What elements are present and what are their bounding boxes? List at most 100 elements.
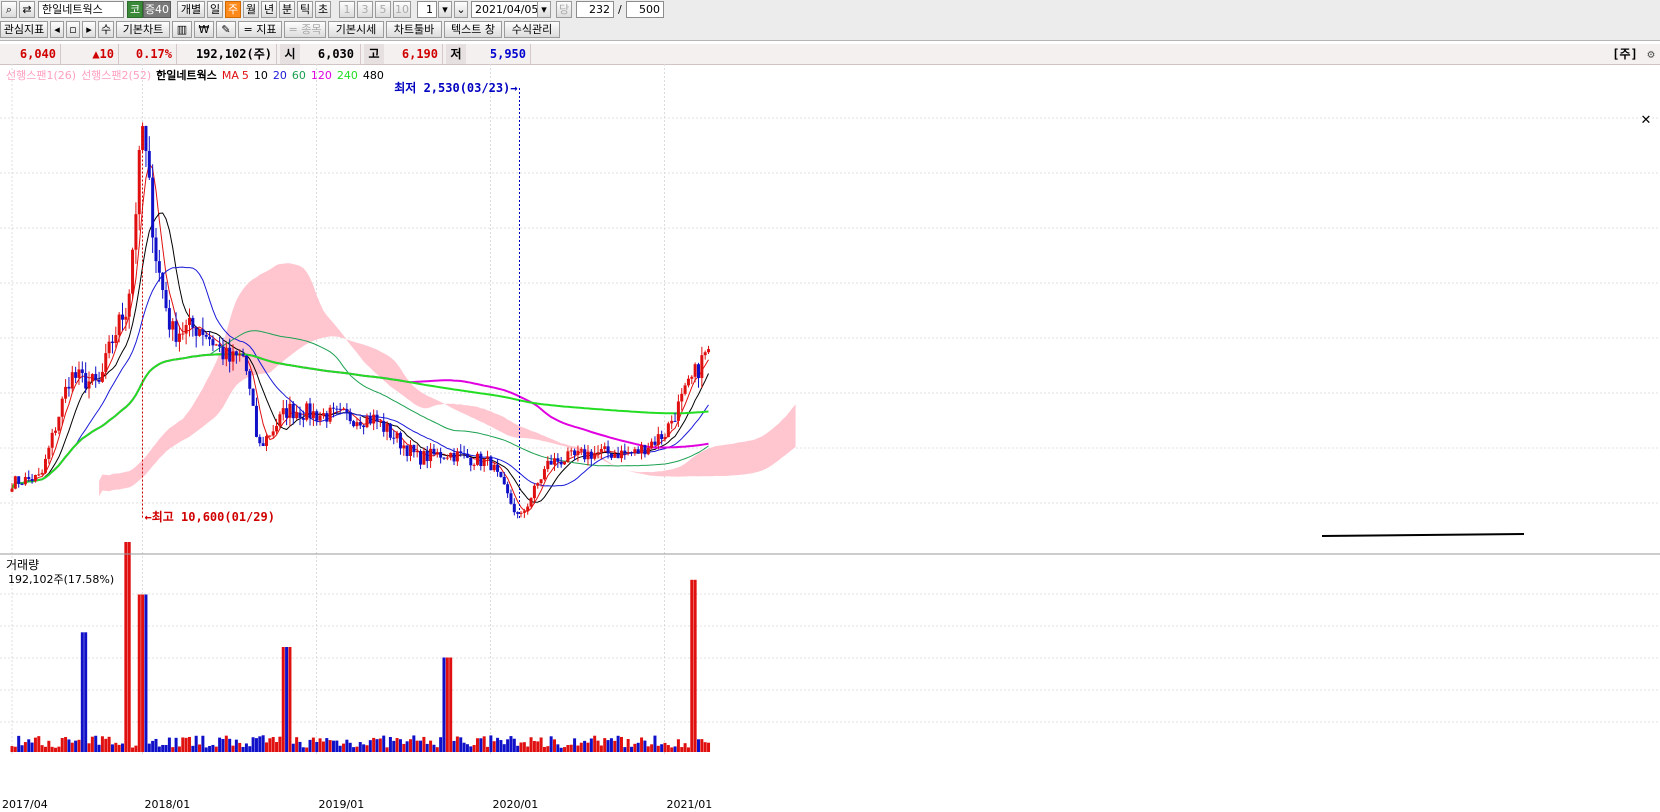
formula-button[interactable]: 수식관리: [504, 21, 560, 38]
interval-button-3[interactable]: 3: [357, 1, 373, 18]
basic-chart-button[interactable]: 기본차트: [116, 21, 170, 38]
volume-bar: [131, 747, 135, 752]
volume-bar: [372, 737, 376, 752]
chart-close-icon[interactable]: ✕: [1641, 113, 1652, 128]
candle-body: [17, 476, 21, 484]
volume-bar: [673, 746, 677, 752]
count-field[interactable]: 232: [576, 1, 614, 18]
volume-bar: [37, 736, 41, 752]
search-icon[interactable]: ⌕: [1, 1, 17, 18]
stock-name-field[interactable]: 한일네트웍스: [38, 1, 124, 18]
volume-bar: [187, 736, 191, 752]
next-button[interactable]: ▸: [82, 21, 96, 38]
volume-bar: [606, 740, 610, 752]
tools-icon-button[interactable]: ✎: [216, 21, 236, 38]
indicator-list-button[interactable]: 관심지표: [0, 21, 48, 38]
candle-body: [372, 414, 376, 424]
volume-bar: [482, 736, 486, 752]
interval-field[interactable]: 1: [417, 1, 437, 18]
candle-body: [134, 214, 138, 250]
candle-body: [124, 316, 128, 320]
won-icon-button[interactable]: ₩: [194, 21, 214, 38]
volume-bar: [546, 746, 550, 752]
volume-bar: [623, 747, 627, 752]
period-button-2[interactable]: 주: [225, 1, 241, 18]
basic-quote-button[interactable]: 기본시세: [328, 21, 384, 38]
period-button-7[interactable]: 초: [315, 1, 331, 18]
period-button-5[interactable]: 분: [279, 1, 295, 18]
period-button-6[interactable]: 틱: [297, 1, 313, 18]
candle-body: [569, 450, 573, 452]
prev-button[interactable]: ◂: [50, 21, 64, 38]
volume-bar: [579, 742, 583, 752]
swap-icon[interactable]: ⇄: [19, 1, 35, 18]
volume-bar: [214, 746, 218, 752]
volume-bar: [305, 747, 309, 752]
volume-bar: [121, 743, 125, 752]
candle-body: [335, 408, 339, 410]
count-label[interactable]: 당: [556, 1, 572, 18]
indicator-icon-button[interactable]: ▥: [172, 21, 192, 38]
period-button-1[interactable]: 일: [207, 1, 223, 18]
period-button-4[interactable]: 년: [261, 1, 277, 18]
candle-body: [311, 411, 315, 419]
current-price: 6,040: [19, 47, 56, 61]
volume-bar: [375, 739, 379, 752]
volume-bar: [542, 746, 546, 752]
text-window-button[interactable]: 텍스트 창: [444, 21, 502, 38]
candle-body: [194, 327, 198, 336]
candle-body: [254, 405, 258, 437]
candle-body: [388, 423, 392, 438]
period-button-3[interactable]: 월: [243, 1, 259, 18]
interval-button-5[interactable]: 5: [375, 1, 391, 18]
period-button-0[interactable]: 개별: [177, 1, 205, 18]
volume-bar: [660, 744, 664, 752]
candle-body: [305, 403, 309, 420]
volume-bar: [174, 737, 178, 752]
volume-bar: [429, 740, 433, 752]
chevron-down-icon[interactable]: ⌄: [454, 1, 468, 18]
stop-button[interactable]: ▫: [66, 21, 80, 38]
price-chart[interactable]: ←최고 10,600(01/29) 최저 2,530(03/23)→ 2017/0…: [0, 64, 1660, 812]
volume-bar: [563, 747, 567, 752]
date-dropdown-icon[interactable]: ▾: [537, 1, 551, 18]
candle-body: [663, 437, 667, 440]
gear-icon[interactable]: ⚙: [1644, 44, 1658, 64]
volume-bar: [54, 747, 58, 752]
candle-body: [325, 413, 329, 422]
stock-button[interactable]: = 종목: [284, 21, 326, 38]
volume-bar: [151, 740, 155, 752]
candle-body: [211, 339, 215, 346]
volume-bar: [696, 739, 700, 752]
indicator-button[interactable]: = 지표: [238, 21, 282, 38]
trade-volume: 192,102(주): [195, 47, 272, 61]
volume-bar: [345, 739, 349, 752]
count-button[interactable]: 수: [98, 21, 114, 38]
candle-body: [690, 376, 694, 379]
candle-body: [539, 479, 543, 484]
volume-bar: [295, 737, 299, 752]
interval-dropdown-icon[interactable]: ▾: [438, 1, 452, 18]
volume-bar: [519, 742, 523, 752]
candle-body: [680, 393, 684, 402]
volume-bar: [40, 745, 44, 752]
candle-body: [265, 436, 269, 446]
unit-badge[interactable]: [주]: [1608, 44, 1642, 64]
volume-bar: [408, 739, 412, 752]
interval-button-10[interactable]: 10: [393, 1, 411, 18]
candle-body: [80, 369, 84, 373]
volume-bar: [27, 739, 31, 752]
candle-body: [201, 329, 205, 335]
candle-body: [429, 448, 433, 462]
total-count-field[interactable]: 500: [626, 1, 664, 18]
quote-bar: 6,040 ▲10 0.17% 192,102(주) 시 6,030 고 6,1…: [0, 44, 1660, 65]
candle-body: [97, 380, 101, 382]
volume-bar: [141, 594, 145, 752]
chart-toolbar-button[interactable]: 차트툴바: [386, 21, 442, 38]
candle-body: [67, 386, 71, 389]
candle-body: [660, 434, 664, 440]
volume-bar: [285, 647, 289, 752]
volume-bar: [616, 735, 620, 752]
interval-button-1[interactable]: 1: [339, 1, 355, 18]
volume-bar: [643, 740, 647, 752]
